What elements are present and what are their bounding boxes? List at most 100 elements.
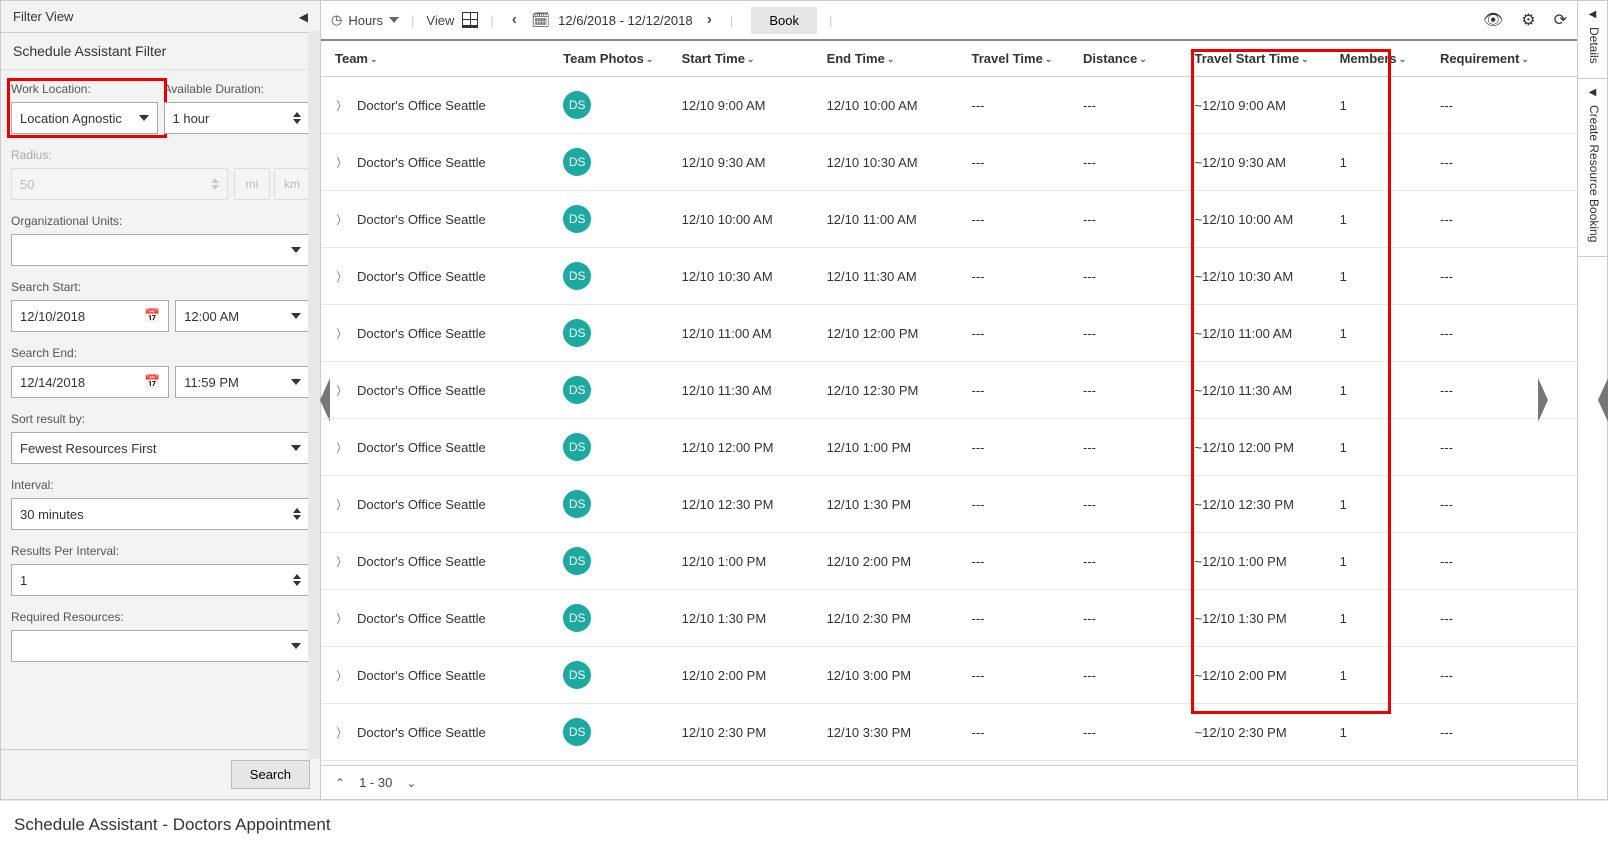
table-row[interactable]: 〉Doctor's Office SeattleDS12/10 3:00 PM1… (321, 761, 1577, 766)
header-end[interactable]: End Time⌄ (819, 41, 964, 77)
unit-mi-button: mi (234, 168, 270, 200)
chevron-down-icon (291, 313, 301, 319)
requirement-cell: --- (1432, 134, 1577, 191)
table-row[interactable]: 〉Doctor's Office SeattleDS12/10 9:00 AM1… (321, 77, 1577, 134)
calendar-icon[interactable] (144, 308, 160, 324)
search-start-date[interactable]: 12/10/2018 (11, 300, 169, 332)
calendar-icon[interactable] (144, 374, 160, 390)
distance-cell: --- (1075, 77, 1187, 134)
chevron-right-icon[interactable]: 〉 (337, 325, 345, 342)
chevron-down-icon (139, 115, 149, 121)
avatar: DS (563, 319, 591, 347)
header-team[interactable]: Team⌄ (321, 41, 555, 77)
search-end-time[interactable]: 11:59 PM (175, 366, 310, 398)
chevron-right-icon[interactable]: 〉 (337, 382, 345, 399)
chevron-right-icon[interactable]: 〉 (337, 553, 345, 570)
requirement-cell: --- (1432, 533, 1577, 590)
start-cell: 12/10 11:30 AM (674, 362, 819, 419)
chevron-right-icon[interactable]: 〉 (337, 211, 345, 228)
collapse-up-icon[interactable]: ⌃ (335, 776, 345, 790)
calendar-icon[interactable]: 🗓 (531, 11, 550, 29)
team-cell: Doctor's Office Seattle (357, 98, 486, 113)
end-cell: 12/10 3:00 PM (819, 647, 964, 704)
date-range: 12/6/2018 - 12/12/2018 (558, 13, 692, 28)
results-per-interval-input[interactable]: 1 (11, 564, 310, 596)
results-grid[interactable]: Team⌄ Team Photos⌄ Start Time⌄ End Time⌄… (321, 41, 1577, 765)
table-row[interactable]: 〉Doctor's Office SeattleDS12/10 2:00 PM1… (321, 647, 1577, 704)
header-travel-start[interactable]: Travel Start Time⌄ (1187, 41, 1332, 77)
end-cell: 12/10 2:30 PM (819, 590, 964, 647)
scrollbar-thumb[interactable] (309, 65, 319, 675)
end-cell: 12/10 3:30 PM (819, 704, 964, 761)
travel-cell: --- (964, 533, 1076, 590)
search-start-time[interactable]: 12:00 AM (175, 300, 310, 332)
chevron-down-icon (291, 445, 301, 451)
hours-dropdown[interactable]: ◷ Hours (331, 12, 399, 28)
travel-cell: --- (964, 476, 1076, 533)
required-resources-select[interactable] (11, 630, 310, 662)
table-row[interactable]: 〉Doctor's Office SeattleDS12/10 9:30 AM1… (321, 134, 1577, 191)
header-requirement[interactable]: Requirement⌄ (1432, 41, 1577, 77)
header-photos[interactable]: Team Photos⌄ (555, 41, 673, 77)
separator: | (411, 13, 414, 28)
create-booking-tab[interactable]: ◀ Create Resource Booking (1578, 79, 1607, 257)
details-tab[interactable]: ◀ Details (1578, 1, 1607, 79)
main-area: ◷ Hours | View | ‹ 🗓 12/6/2018 - 12/12/2… (321, 1, 1577, 799)
header-distance[interactable]: Distance⌄ (1075, 41, 1187, 77)
avatar: DS (563, 490, 591, 518)
grid-view-icon[interactable] (462, 12, 478, 28)
table-row[interactable]: 〉Doctor's Office SeattleDS12/10 10:00 AM… (321, 191, 1577, 248)
refresh-icon[interactable]: ⟳ (1554, 10, 1567, 30)
table-row[interactable]: 〉Doctor's Office SeattleDS12/10 12:00 PM… (321, 419, 1577, 476)
required-resources-label: Required Resources: (11, 610, 310, 624)
prev-button[interactable]: ‹ (506, 11, 523, 29)
spinner-icon[interactable] (293, 112, 301, 124)
travel-start-cell: ~12/10 12:30 PM (1187, 476, 1332, 533)
chevron-right-icon[interactable]: 〉 (337, 97, 345, 114)
chevron-right-icon[interactable]: 〉 (337, 667, 345, 684)
table-row[interactable]: 〉Doctor's Office SeattleDS12/10 12:30 PM… (321, 476, 1577, 533)
header-start[interactable]: Start Time⌄ (674, 41, 819, 77)
chevron-right-icon[interactable]: 〉 (337, 154, 345, 171)
table-row[interactable]: 〉Doctor's Office SeattleDS12/10 1:00 PM1… (321, 533, 1577, 590)
spinner-icon[interactable] (293, 508, 301, 520)
table-row[interactable]: 〉Doctor's Office SeattleDS12/10 10:30 AM… (321, 248, 1577, 305)
chevron-right-icon[interactable]: 〉 (337, 268, 345, 285)
available-duration-input[interactable]: 1 hour (164, 102, 311, 134)
header-travel[interactable]: Travel Time⌄ (964, 41, 1076, 77)
work-location-select[interactable]: Location Agnostic (11, 102, 158, 134)
travel-cell: --- (964, 362, 1076, 419)
avatar: DS (563, 433, 591, 461)
org-units-select[interactable] (11, 234, 310, 266)
results-per-interval-value: 1 (20, 573, 27, 588)
book-button[interactable]: Book (751, 7, 817, 34)
gear-icon[interactable]: ⚙ (1521, 10, 1535, 30)
table-row[interactable]: 〉Doctor's Office SeattleDS12/10 11:00 AM… (321, 305, 1577, 362)
eye-icon[interactable]: 👁 (1483, 10, 1503, 30)
interval-input[interactable]: 30 minutes (11, 498, 310, 530)
search-end-date[interactable]: 12/14/2018 (11, 366, 169, 398)
table-row[interactable]: 〉Doctor's Office SeattleDS12/10 1:30 PM1… (321, 590, 1577, 647)
members-cell: 1 (1332, 647, 1432, 704)
collapse-left-icon[interactable]: ◀ (299, 10, 308, 24)
chevron-right-icon[interactable]: 〉 (337, 724, 345, 741)
next-button[interactable]: › (701, 11, 718, 29)
chevron-right-icon[interactable]: 〉 (337, 610, 345, 627)
work-location-label: Work Location: (11, 82, 158, 96)
members-cell: 1 (1332, 590, 1432, 647)
search-start-time-value: 12:00 AM (184, 309, 239, 324)
chevron-right-icon[interactable]: 〉 (337, 496, 345, 513)
end-cell: 12/10 11:30 AM (819, 248, 964, 305)
chevron-right-icon[interactable]: 〉 (337, 439, 345, 456)
header-members[interactable]: Members⌄ (1332, 41, 1432, 77)
end-cell: 12/10 12:00 PM (819, 305, 964, 362)
table-row[interactable]: 〉Doctor's Office SeattleDS12/10 2:30 PM1… (321, 704, 1577, 761)
expand-down-icon[interactable]: ⌄ (406, 776, 416, 790)
sort-by-select[interactable]: Fewest Resources First (11, 432, 310, 464)
search-button[interactable]: Search (231, 760, 310, 789)
table-row[interactable]: 〉Doctor's Office SeattleDS12/10 11:30 AM… (321, 362, 1577, 419)
spinner-icon[interactable] (293, 574, 301, 586)
end-cell: 12/10 2:00 PM (819, 533, 964, 590)
distance-cell: --- (1075, 533, 1187, 590)
distance-cell: --- (1075, 248, 1187, 305)
